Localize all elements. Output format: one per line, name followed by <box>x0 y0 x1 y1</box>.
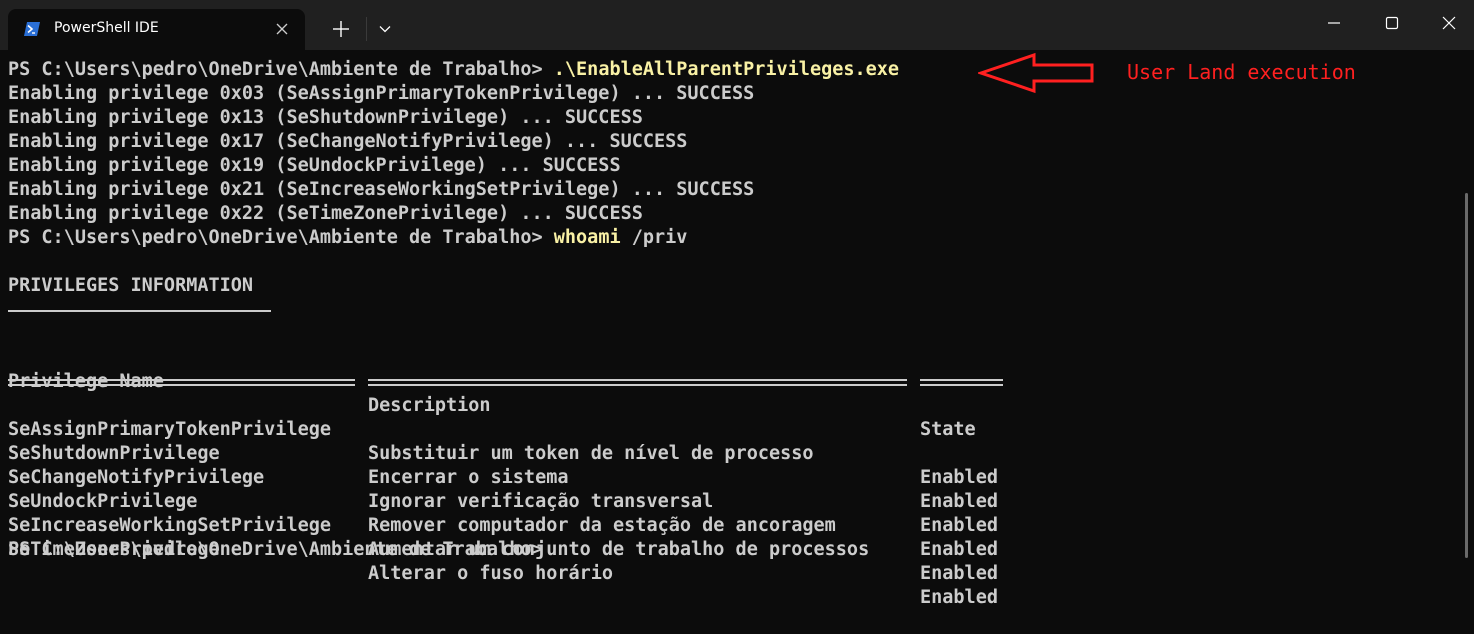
maximize-icon[interactable] <box>1384 15 1400 31</box>
close-tab-icon[interactable] <box>274 21 290 37</box>
output-line: Enabling privilege 0x17 (SeChangeNotifyP… <box>8 131 688 152</box>
output-line: Enabling privilege 0x03 (SeAssignPrimary… <box>8 83 755 104</box>
chevron-down-icon[interactable] <box>378 22 392 36</box>
section-title: PRIVILEGES INFORMATION <box>8 275 254 296</box>
table-row: SeTimeZonePrivilege Alterar o fuso horár… <box>8 514 1448 608</box>
command-enable-privileges: .\EnableAllParentPrivileges.exe <box>553 59 900 80</box>
output-line: Enabling privilege 0x21 (SeIncreaseWorki… <box>8 179 755 200</box>
header-underline-state <box>920 379 1003 386</box>
title-bar: PowerShell IDE <box>0 0 1474 50</box>
privilege-state: Enabled <box>920 539 998 560</box>
prompt: PS C:\Users\pedro\OneDrive\Ambiente de T… <box>8 59 554 80</box>
prompt: PS C:\Users\pedro\OneDrive\Ambiente de T… <box>8 227 554 248</box>
annotation-label: User Land execution <box>1127 60 1356 84</box>
table-row: SeAssignPrimaryTokenPrivilege Substituir… <box>8 394 1448 488</box>
tab-separator <box>366 17 367 41</box>
privilege-state: Enabled <box>920 587 998 608</box>
prompt-line: PS C:\Users\pedro\OneDrive\Ambiente de T… <box>8 226 1448 250</box>
header-underline-description <box>368 379 907 386</box>
scrollbar[interactable] <box>1465 193 1468 558</box>
output-line: Enabling privilege 0x13 (SeShutdownPrivi… <box>8 107 643 128</box>
table-header: Privilege Name Description State <box>8 346 1448 440</box>
privilege-description: Alterar o fuso horário <box>368 563 614 584</box>
close-icon[interactable] <box>1441 15 1457 31</box>
privilege-description: Aumentar um conjunto de trabalho de proc… <box>368 539 870 560</box>
command-whoami: whoami <box>553 227 621 248</box>
output-line: Enabling privilege 0x22 (SeTimeZonePrivi… <box>8 203 643 224</box>
minimize-icon[interactable] <box>1326 15 1342 31</box>
table-row: SeIncreaseWorkingSetPrivilege Aumentar u… <box>8 490 1448 584</box>
output-line: Enabling privilege 0x19 (SeUndockPrivile… <box>8 155 621 176</box>
privilege-state: Enabled <box>920 563 998 584</box>
privilege-name: SeTimeZonePrivilege <box>8 539 220 560</box>
arrow-left-icon <box>978 52 1094 94</box>
section-title-underline <box>8 310 271 312</box>
tab-title: PowerShell IDE <box>54 20 159 36</box>
table-row: SeShutdownPrivilege Encerrar o sistema E… <box>8 418 1448 512</box>
tab-powershell-ide[interactable]: PowerShell IDE <box>8 9 305 50</box>
table-row: SeChangeNotifyPrivilege Ignorar verifica… <box>8 442 1448 536</box>
command-args: /priv <box>620 227 688 248</box>
powershell-icon <box>24 22 40 36</box>
table-row: SeUndockPrivilege Remover computador da … <box>8 466 1448 560</box>
header-underline-privilege-name <box>8 379 355 386</box>
new-tab-plus-icon[interactable] <box>330 18 352 40</box>
